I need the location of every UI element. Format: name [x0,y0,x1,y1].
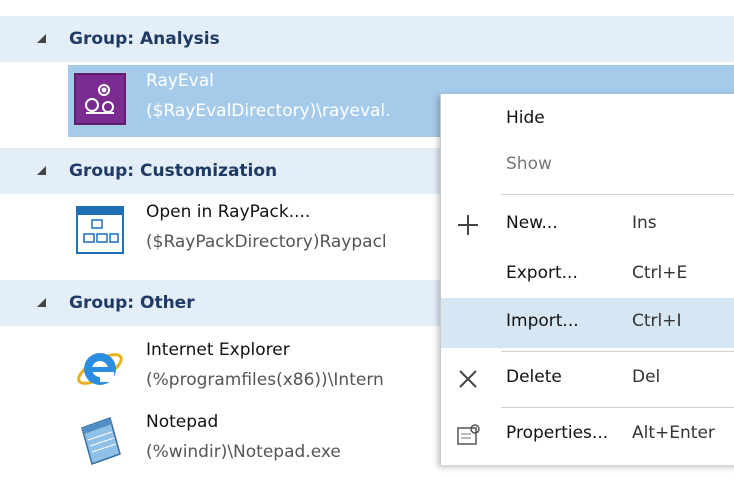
item-name: Internet Explorer [146,340,290,360]
item-path: ($RayEvalDirectory)\rayeval. [146,101,391,121]
menu-item-label: Properties... [506,423,609,443]
context-menu: Hide Show New... Ins Export... Ctrl+E Im… [440,94,734,465]
menu-item-label: Hide [506,108,545,128]
menu-separator [501,407,734,408]
group-header-analysis[interactable]: Group: Analysis [0,16,734,62]
collapse-triangle-icon[interactable] [37,298,46,307]
menu-item-import[interactable]: Import... Ctrl+I [441,298,734,348]
collapse-triangle-icon[interactable] [37,34,46,43]
item-name: Notepad [146,412,219,432]
item-path: (%programfiles(x86))\Intern [146,370,384,390]
menu-item-label: Show [506,154,552,174]
menu-item-shortcut: Ctrl+E [632,263,688,283]
properties-icon [455,422,481,448]
group-title: Group: Other [69,293,195,313]
menu-separator [501,194,734,195]
item-path: ($RayPackDirectory)Raypacl [146,232,387,252]
item-name: Open in RayPack.... [146,202,311,222]
menu-item-shortcut: Del [632,367,661,387]
menu-item-label: Import... [506,311,579,331]
group-title: Group: Customization [69,161,278,181]
menu-item-shortcut: Alt+Enter [632,423,715,443]
x-icon [455,366,481,392]
menu-item-properties[interactable]: Properties... Alt+Enter [441,410,734,460]
package-window-icon [74,204,126,256]
menu-item-export[interactable]: Export... Ctrl+E [441,250,734,300]
gears-icon [74,73,126,125]
menu-item-delete[interactable]: Delete Del [441,354,734,404]
notepad-icon [74,414,126,466]
menu-item-label: Export... [506,263,578,283]
menu-separator [501,351,734,352]
menu-item-label: Delete [506,367,562,387]
plus-icon [455,212,481,238]
internet-explorer-icon [74,342,126,394]
menu-item-shortcut: Ins [632,213,657,233]
menu-item-show[interactable]: Show [441,141,734,191]
item-name: RayEval [146,71,214,91]
menu-item-new[interactable]: New... Ins [441,200,734,250]
menu-item-label: New... [506,213,558,233]
menu-item-shortcut: Ctrl+I [632,311,682,331]
item-path: (%windir)\Notepad.exe [146,442,341,462]
group-title: Group: Analysis [69,29,220,49]
collapse-triangle-icon[interactable] [37,166,46,175]
menu-item-hide[interactable]: Hide [441,95,734,145]
